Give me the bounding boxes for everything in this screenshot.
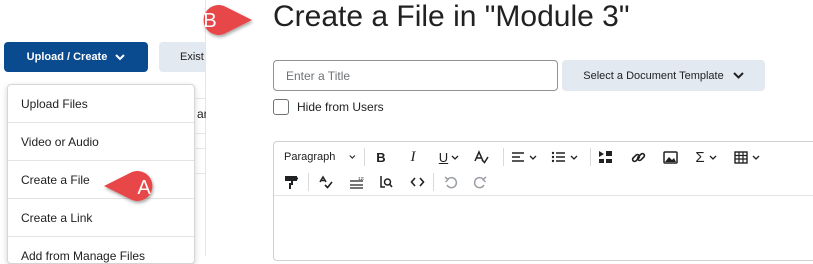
- background-row: [196, 148, 206, 174]
- chevron-down-icon: [752, 155, 760, 160]
- document-template-label: Select a Document Template: [583, 69, 724, 82]
- editor-toolbar-row-2: 123: [274, 170, 492, 194]
- equation-button[interactable]: Σ: [685, 146, 727, 168]
- bold-button[interactable]: B: [365, 146, 397, 168]
- chevron-down-icon: [529, 155, 537, 160]
- menu-item-label: Create a Link: [21, 210, 93, 225]
- title-input[interactable]: [273, 60, 558, 91]
- insert-media-button[interactable]: [591, 146, 621, 168]
- list-button[interactable]: [544, 146, 584, 168]
- menu-item-video-audio[interactable]: Video or Audio: [8, 123, 194, 161]
- undo-button[interactable]: [434, 171, 468, 193]
- hide-from-users-label[interactable]: Hide from Users: [297, 100, 384, 114]
- source-code-button[interactable]: [401, 171, 433, 193]
- insert-link-button[interactable]: [621, 146, 655, 168]
- existing-activities-button[interactable]: Exist: [159, 42, 205, 72]
- image-icon: [662, 150, 678, 164]
- existing-activities-label: Exist: [180, 51, 204, 63]
- format-painter-icon: [285, 175, 298, 189]
- hide-from-users-row: Hide from Users: [273, 99, 384, 115]
- undo-icon: [444, 176, 458, 189]
- redo-button[interactable]: [468, 171, 492, 193]
- redo-icon: [473, 176, 487, 189]
- paragraph-format-label: Paragraph: [284, 151, 336, 163]
- source-code-icon: [409, 177, 425, 187]
- text-format-icon[interactable]: [469, 146, 493, 168]
- word-count-icon: 123: [349, 176, 364, 189]
- page-title: Create a File in "Module 3": [273, 0, 630, 33]
- chevron-down-icon: [709, 155, 717, 160]
- background-row: an: [196, 98, 206, 134]
- align-left-icon: [512, 152, 524, 162]
- menu-item-add-from-manage-files[interactable]: Add from Manage Files: [8, 237, 194, 263]
- document-template-button[interactable]: Select a Document Template: [562, 60, 765, 91]
- italic-button[interactable]: I: [397, 146, 429, 168]
- menu-item-label: Video or Audio: [21, 134, 99, 149]
- format-painter-button[interactable]: [274, 171, 308, 193]
- spellcheck-icon: [318, 175, 333, 189]
- paragraph-format-select[interactable]: Paragraph: [274, 146, 356, 168]
- chevron-down-icon: [733, 72, 744, 79]
- background-row-text: an: [197, 107, 206, 121]
- callout-b-letter: B: [203, 10, 216, 32]
- upload-create-label: Upload / Create: [26, 51, 108, 63]
- word-count-button[interactable]: 123: [341, 171, 371, 193]
- menu-item-upload-files[interactable]: Upload Files: [8, 85, 194, 123]
- menu-item-label: Create a File: [21, 172, 90, 187]
- underline-letter: U: [438, 149, 449, 165]
- sigma-icon: Σ: [695, 148, 705, 166]
- callout-a: A: [102, 166, 170, 208]
- find-replace-button[interactable]: [371, 171, 401, 193]
- chevron-down-icon: [570, 155, 577, 160]
- align-button[interactable]: [504, 146, 544, 168]
- insert-table-button[interactable]: [727, 146, 767, 168]
- callout-b: B: [186, 0, 254, 42]
- find-replace-icon: [380, 176, 393, 188]
- svg-text:123: 123: [358, 176, 364, 181]
- editor-content-area[interactable]: [274, 196, 813, 262]
- chevron-down-icon: [451, 155, 459, 160]
- spellcheck-button[interactable]: [309, 171, 341, 193]
- rich-text-editor: Paragraph B I U Σ 12: [273, 141, 813, 261]
- chevron-down-icon: [115, 53, 126, 60]
- table-icon: [734, 150, 748, 164]
- upload-create-button[interactable]: Upload / Create: [4, 42, 148, 72]
- link-icon: [631, 152, 645, 162]
- insert-image-button[interactable]: [655, 146, 685, 168]
- bulleted-list-icon: [551, 151, 565, 163]
- underline-button[interactable]: U: [429, 146, 469, 168]
- callout-a-letter: A: [137, 177, 151, 199]
- chevron-down-icon: [349, 155, 356, 159]
- menu-item-label: Upload Files: [21, 96, 88, 111]
- hide-from-users-checkbox[interactable]: [273, 99, 289, 115]
- media-icon: [599, 151, 612, 163]
- editor-toolbar-row-1: Paragraph B I U Σ: [274, 145, 767, 169]
- menu-item-label: Add from Manage Files: [21, 249, 146, 263]
